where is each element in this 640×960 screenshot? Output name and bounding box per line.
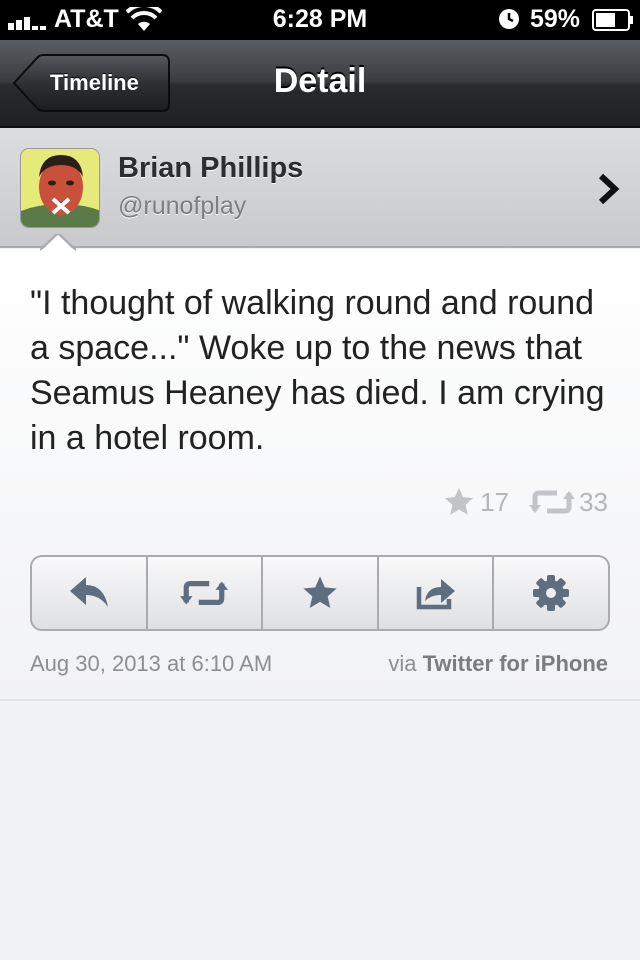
tweet-action-bar	[30, 555, 610, 631]
header-pointer	[40, 234, 76, 252]
more-options-button[interactable]	[494, 557, 608, 629]
avatar-portrait	[21, 149, 99, 227]
battery-icon	[592, 9, 633, 31]
reply-button[interactable]	[32, 557, 148, 629]
share-icon	[416, 579, 455, 610]
user-name: Brian Phillips	[118, 152, 304, 184]
retweet-icon	[180, 581, 229, 605]
chevron-right-icon[interactable]	[596, 172, 622, 206]
gear-icon	[533, 575, 570, 611]
source-link[interactable]: Twitter for iPhone	[423, 651, 608, 676]
favorite-count: 17	[480, 486, 510, 517]
via-prefix: via	[388, 651, 417, 676]
share-button[interactable]	[379, 557, 495, 629]
retweet-count: 33	[579, 486, 608, 517]
favorite-button[interactable]	[263, 557, 379, 629]
navigation-bar: Timeline Detail	[0, 40, 640, 128]
tweet-source: via Twitter for iPhone	[388, 651, 608, 677]
tweet-timestamp: Aug 30, 2013 at 6:10 AM	[30, 651, 273, 676]
alarm-clock-icon	[499, 9, 519, 29]
user-handle: @runofplay	[118, 192, 247, 220]
battery-percent: 59%	[530, 5, 581, 33]
retweet-count-icon	[529, 490, 576, 514]
page-title: Detail	[273, 62, 367, 100]
reply-icon	[69, 577, 108, 607]
tweet-stats: 17 33	[442, 485, 608, 519]
favorite-count-icon	[444, 487, 474, 515]
star-icon	[303, 576, 337, 608]
status-bar: AT&T 6:28 PM 59%	[0, 0, 640, 40]
tweet-detail: "I thought of walking round and round a …	[0, 249, 640, 701]
user-header[interactable]: Brian Phillips @runofplay	[0, 128, 640, 248]
retweet-button[interactable]	[148, 557, 264, 629]
avatar[interactable]	[20, 148, 100, 228]
tweet-text: "I thought of walking round and round a …	[30, 284, 605, 457]
